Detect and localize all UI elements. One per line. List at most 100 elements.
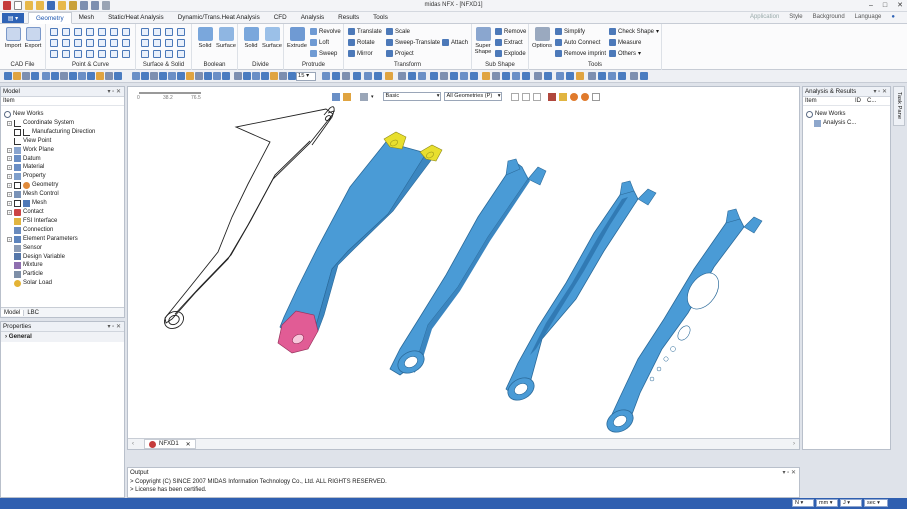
toolbar-tool-icon[interactable] [177,72,185,80]
toolbar-tool-icon[interactable] [234,72,242,80]
toolbar-tool-icon[interactable] [195,72,203,80]
curve-tool-icon[interactable] [122,39,130,47]
curve-tool-icon[interactable] [86,39,94,47]
tree-item-mesh-control[interactable]: + Mesh Control [4,190,95,199]
toolbar-tool-icon[interactable] [252,72,260,80]
panel-controls[interactable]: ▾ ▫ ✕ [108,87,122,97]
checkbox-icon[interactable] [14,200,21,208]
expand-icon[interactable]: + [7,120,12,126]
curve-tool-icon[interactable] [62,28,70,36]
rotate-button[interactable]: Rotate [348,39,375,46]
length-unit-select[interactable]: mm ▾ [816,499,838,507]
tab-results[interactable]: Results [331,12,366,24]
force-unit-select[interactable]: N ▾ [792,499,814,507]
language-menu[interactable]: Language [855,14,882,20]
toolbar-tool-icon[interactable] [544,72,552,80]
tree-item-view-point[interactable]: View Point [4,137,95,146]
curve-tool-icon[interactable] [98,28,106,36]
arm-part-solid[interactable] [389,158,547,378]
expand-icon[interactable]: + [7,174,12,180]
toolbar-tool-icon[interactable] [576,72,584,80]
scroll-right-icon[interactable]: › [793,441,795,447]
application-menu[interactable]: Application [750,14,779,20]
tree-item-design-variable[interactable]: Design Variable [4,253,95,262]
loft-button[interactable]: Loft [310,39,329,46]
toolbar-tool-icon[interactable] [141,72,149,80]
extrude-button[interactable]: Extrude [287,27,307,49]
surface-tool-icon[interactable] [165,39,173,47]
panel-controls[interactable]: ▾ ▫ ✕ [783,468,797,478]
panel-controls[interactable]: ▾ ▫ ✕ [874,87,888,97]
graphics-viewport[interactable]: 0 38.2 76.5 ▾ Basic ▾ All Geometries (P) ▾ [127,86,800,450]
toolbar-tool-icon[interactable] [288,72,296,80]
tree-item-connection[interactable]: Connection [4,226,95,235]
tree-item-contact[interactable]: + Contact [4,208,95,217]
tree-item-mesh[interactable]: + Mesh [4,199,95,208]
toolbar-tool-icon[interactable] [588,72,596,80]
tree-item-coordinate-system[interactable]: + Coordinate System [4,119,95,128]
tree-item-new-works[interactable]: New Works [4,110,95,119]
toolbar-tool-icon[interactable] [78,72,86,80]
tab-analysis[interactable]: Analysis [294,12,331,24]
extract-button[interactable]: Extract [495,39,523,46]
tab-model[interactable]: Model [1,309,25,316]
check-shape-button[interactable]: Check Shape ▾ [609,28,659,35]
curve-tool-icon[interactable] [86,28,94,36]
toolbar-tool-icon[interactable] [204,72,212,80]
toolbar-tool-icon[interactable] [13,72,21,80]
scroll-left-icon[interactable]: ‹ [132,441,134,447]
tree-item-mixture[interactable]: Mixture [4,261,95,270]
properties-section-general[interactable]: › General [1,332,124,342]
revolve-button[interactable]: Revolve [310,28,341,35]
scale-button[interactable]: Scale [386,28,410,35]
expand-icon[interactable]: + [7,147,12,153]
project-button[interactable]: Project [386,50,414,57]
toolbar-tool-icon[interactable] [512,72,520,80]
toolbar-tool-icon[interactable] [598,72,606,80]
toolbar-tool-icon[interactable] [150,72,158,80]
tab-lbc[interactable]: LBC [24,310,42,316]
surface-tool-icon[interactable] [165,28,173,36]
toolbar-tool-icon[interactable] [482,72,490,80]
curve-tool-icon[interactable] [74,50,82,58]
toolbar-tool-icon[interactable] [213,72,221,80]
surface-tool-icon[interactable] [141,50,149,58]
toolbar-tool-icon[interactable] [534,72,542,80]
tree-item-work-plane[interactable]: + Work Plane [4,146,95,155]
toolbar-tool-icon[interactable] [322,72,330,80]
curve-tool-icon[interactable] [50,50,58,58]
mirror-button[interactable]: Mirror [348,50,373,57]
remove-button[interactable]: Remove [495,28,526,35]
toolbar-tool-icon[interactable] [398,72,406,80]
curve-tool-icon[interactable] [50,28,58,36]
divide-surface-button[interactable]: Surface [262,27,282,49]
toolbar-tool-icon[interactable] [408,72,416,80]
expand-icon[interactable]: + [7,183,12,189]
surface-tool-icon[interactable] [177,50,185,58]
curve-tool-icon[interactable] [74,39,82,47]
toolbar-tool-icon[interactable] [4,72,12,80]
surface-tool-icon[interactable] [153,50,161,58]
toolbar-tool-icon[interactable] [502,72,510,80]
tab-static-heat[interactable]: Static/Heat Analysis [101,12,171,24]
tree-item-solar-load[interactable]: Solar Load [4,279,95,288]
tree-item-element-parameters[interactable]: + Element Parameters [4,235,95,244]
curve-tool-icon[interactable] [110,39,118,47]
analysis-item-new-works[interactable]: New Works [806,110,856,119]
auto-connect-button[interactable]: Auto Connect [555,39,600,46]
close-tab-icon[interactable]: ✕ [186,441,191,448]
tab-tools[interactable]: Tools [366,12,395,24]
tab-mesh[interactable]: Mesh [72,12,101,24]
expand-icon[interactable]: + [7,192,12,198]
tab-dynamic[interactable]: Dynamic/Trans.Heat Analysis [171,12,267,24]
export-button[interactable]: Export [23,27,43,49]
toolbar-tool-icon[interactable] [31,72,39,80]
toolbar-tool-icon[interactable] [332,72,340,80]
toolbar-tool-icon[interactable] [222,72,230,80]
style-menu[interactable]: Style [789,14,802,20]
measure-button[interactable]: Measure [609,39,641,46]
checkbox-icon[interactable] [14,182,21,190]
remove-imprint-button[interactable]: Remove imprint [555,50,606,57]
surface-tool-icon[interactable] [141,39,149,47]
sweep-translate-button[interactable]: Sweep-Translate [386,39,440,46]
